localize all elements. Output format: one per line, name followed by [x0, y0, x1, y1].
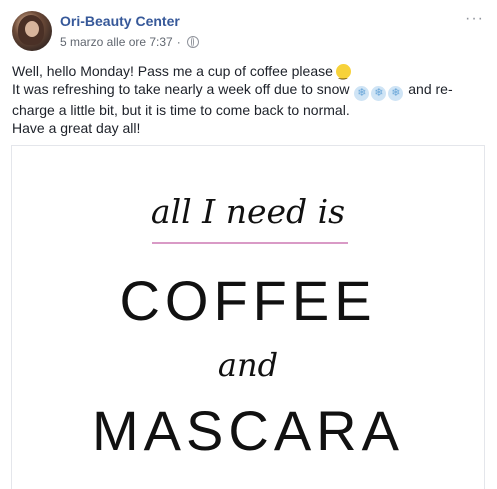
post-timestamp[interactable]: 5 marzo alle ore 7:37: [60, 35, 173, 49]
image-text-mascara: MASCARA: [92, 399, 404, 462]
post-text-line-1-text: Well, hello Monday! Pass me a cup of cof…: [12, 63, 333, 79]
post-text-line-1: Well, hello Monday! Pass me a cup of cof…: [12, 62, 482, 84]
snowflake-icon: ❄: [371, 86, 387, 101]
image-text-all-i-need-is: all I need is: [150, 192, 346, 231]
post-image[interactable]: all I need is COFFEE and MASCARA: [11, 145, 485, 489]
globe-icon[interactable]: [186, 36, 199, 48]
smiley-icon: [335, 64, 351, 84]
image-text-coffee: COFFEE: [119, 269, 377, 332]
snowflake-icon: ❄: [388, 86, 404, 101]
post-text: Well, hello Monday! Pass me a cup of cof…: [12, 62, 482, 137]
avatar-face: [25, 21, 39, 37]
post-text-line-2-text: It was refreshing to take nearly a week …: [12, 81, 350, 97]
post-meta: 5 marzo alle ore 7:37 ·: [60, 35, 199, 49]
image-text-and: and: [217, 346, 279, 384]
post-text-line-2-end: and re-: [408, 81, 453, 97]
meta-separator: ·: [176, 35, 181, 49]
post-text-line-2: It was refreshing to take nearly a week …: [12, 80, 482, 101]
page-avatar[interactable]: [12, 11, 52, 51]
post-text-line-3: charge a little bit, but it is time to c…: [12, 102, 350, 118]
more-options-icon[interactable]: ···: [465, 10, 484, 28]
post-text-line-4: Have a great day all!: [12, 120, 141, 136]
snowflake-icon: ❄: [354, 86, 370, 101]
page-name-link[interactable]: Ori-Beauty Center: [60, 13, 180, 29]
image-divider-line: [152, 242, 348, 244]
